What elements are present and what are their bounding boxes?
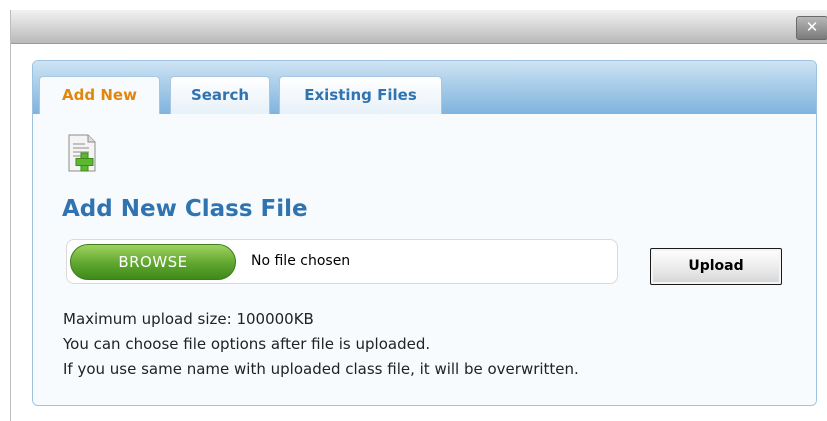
dialog-window: ✕ Add New Search Existing Files Add New … — [10, 10, 827, 421]
tab-existing-files[interactable]: Existing Files — [279, 76, 442, 114]
tab-add-new[interactable]: Add New — [39, 76, 160, 115]
max-upload-size-text: Maximum upload size: 100000KB — [63, 310, 314, 328]
file-options-hint-text: You can choose file options after file i… — [63, 335, 431, 353]
file-add-icon — [68, 134, 96, 172]
close-button[interactable]: ✕ — [796, 16, 827, 40]
overwrite-warning-text: If you use same name with uploaded class… — [63, 360, 579, 378]
tab-content-add-new: Add New Class File BROWSE No file chosen… — [33, 114, 816, 405]
upload-button[interactable]: Upload — [650, 248, 782, 285]
browse-button[interactable]: BROWSE — [70, 244, 236, 280]
page-title: Add New Class File — [62, 196, 308, 222]
upload-panel: Add New Search Existing Files Add New Cl… — [32, 60, 817, 406]
dialog-titlebar[interactable]: ✕ — [11, 10, 827, 44]
file-input-field[interactable]: BROWSE No file chosen — [66, 239, 618, 284]
close-icon: ✕ — [805, 18, 819, 36]
tab-bar: Add New Search Existing Files — [33, 61, 816, 115]
file-status-label: No file chosen — [251, 253, 351, 269]
tab-search[interactable]: Search — [170, 76, 270, 114]
